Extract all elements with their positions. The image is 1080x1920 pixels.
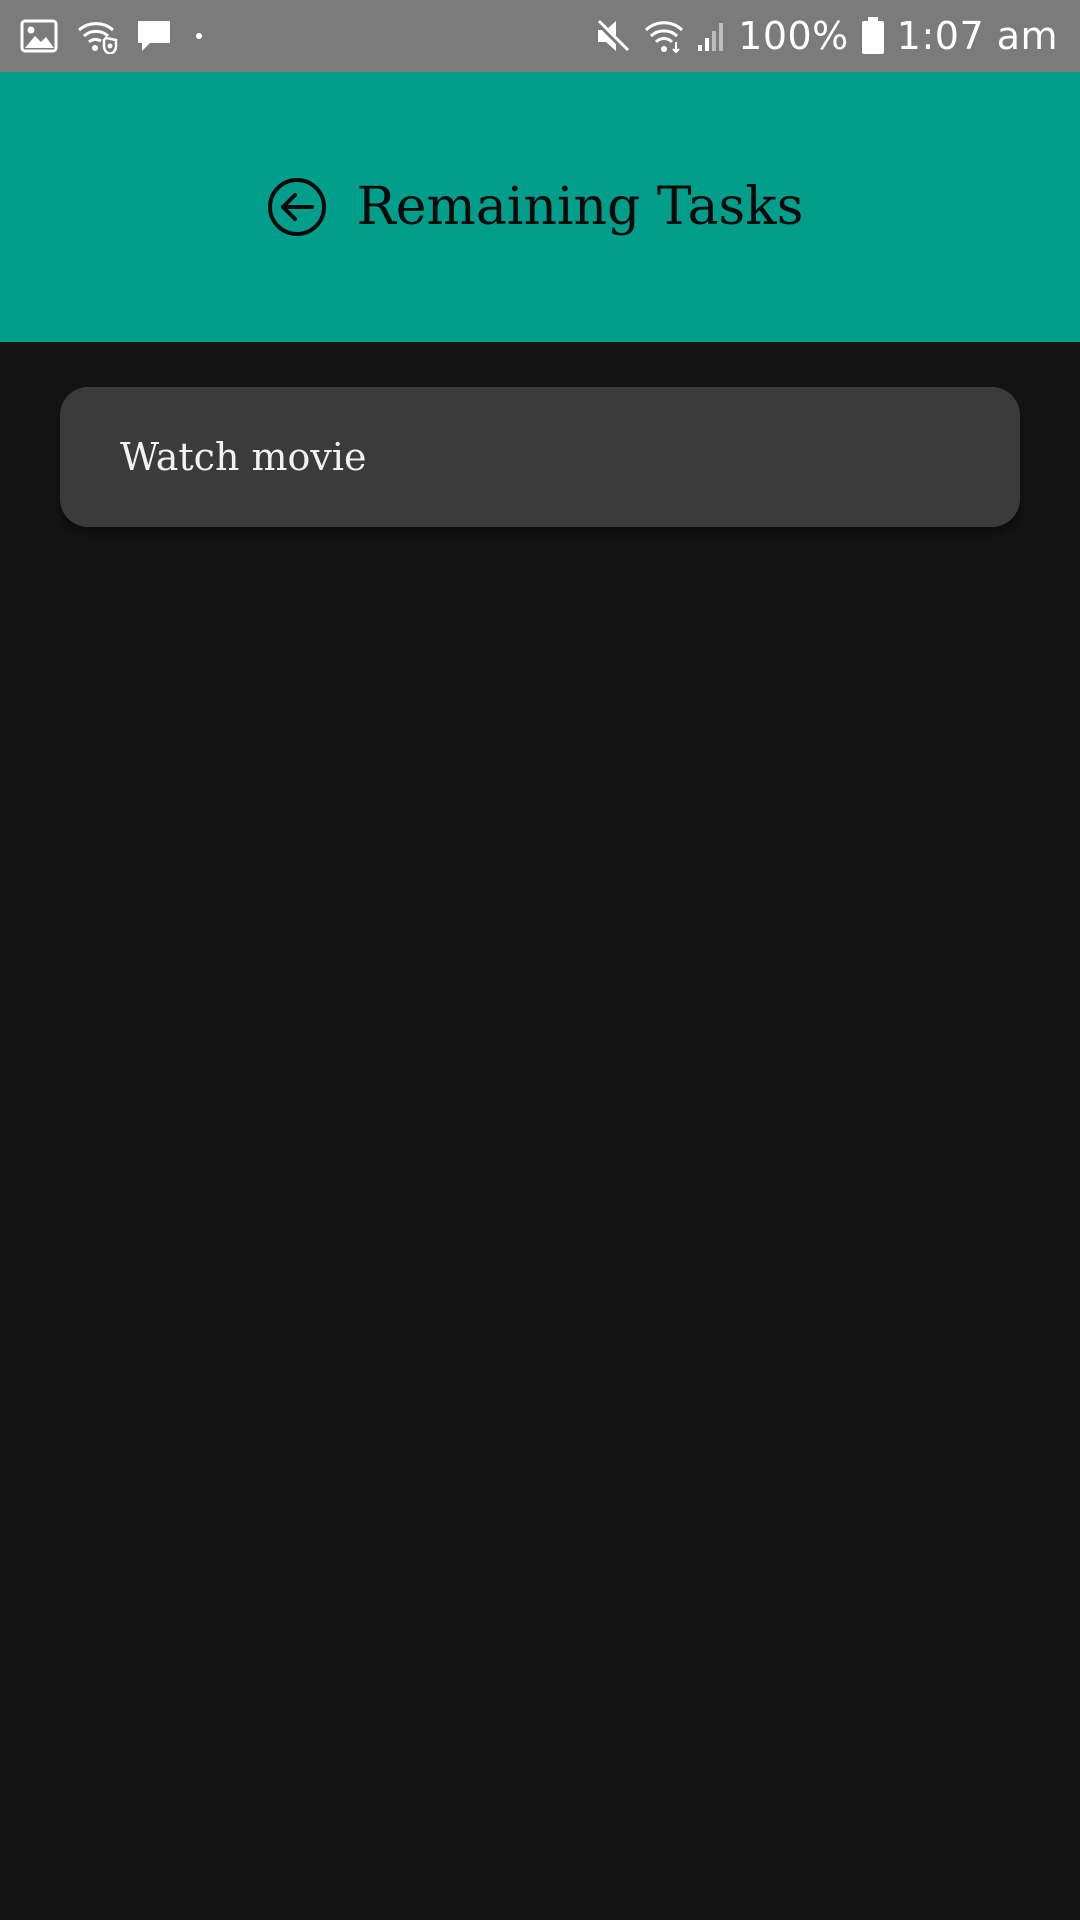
dot-icon: [196, 33, 202, 39]
mute-icon: [594, 18, 632, 54]
clock: 1:07 am: [896, 14, 1058, 58]
wifi-icon: [644, 18, 684, 54]
signal-icon: [696, 19, 726, 53]
task-list: Watch movie: [60, 387, 1020, 527]
task-item[interactable]: Watch movie: [60, 387, 1020, 527]
image-icon: [20, 19, 58, 53]
task-label: Watch movie: [120, 435, 367, 479]
back-button[interactable]: [267, 177, 327, 237]
battery-icon: [861, 17, 885, 55]
app-bar: Remaining Tasks: [0, 72, 1080, 342]
battery-percent: 100%: [738, 14, 849, 58]
status-left-icons: [20, 0, 220, 72]
page-title: Remaining Tasks: [356, 177, 804, 237]
wifi-shield-icon: [76, 18, 118, 54]
status-right-icons: 100% 1:07 am: [582, 0, 1058, 72]
message-icon: [136, 18, 172, 54]
back-arrow-circle-icon: [267, 177, 327, 237]
status-bar: 100% 1:07 am: [0, 0, 1080, 72]
